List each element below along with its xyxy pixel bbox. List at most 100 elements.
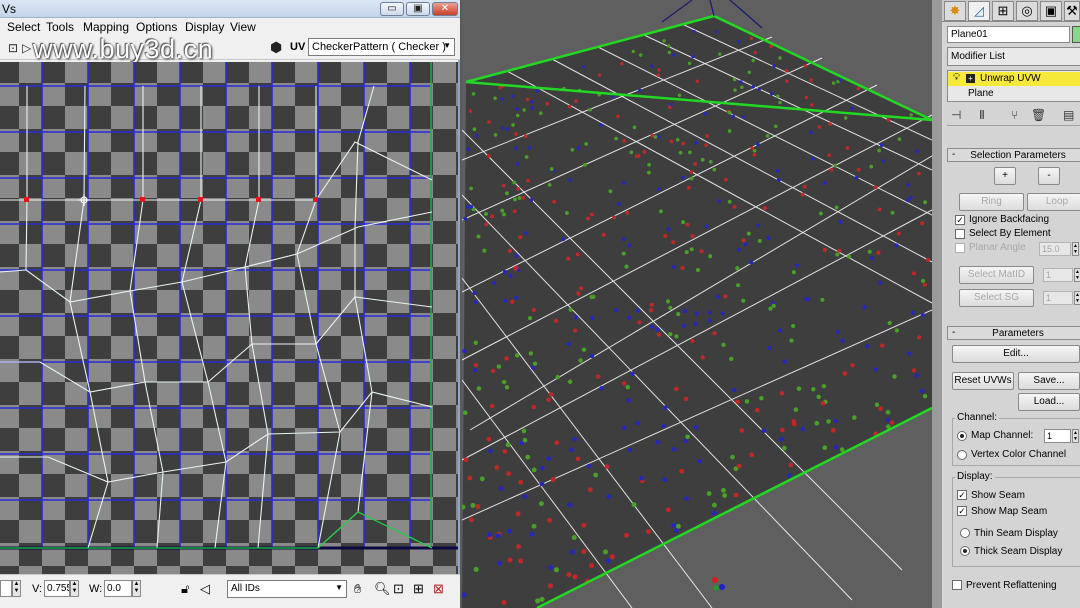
loop-button[interactable]: Loop	[1027, 193, 1080, 211]
ignore-backfacing-checkbox[interactable]: ✓	[955, 215, 965, 225]
planar-angle-field[interactable]: 15.0	[1039, 242, 1071, 256]
parameters-rollout[interactable]: - Parameters	[947, 326, 1080, 340]
modifier-list-dropdown[interactable]: Modifier List	[947, 47, 1080, 66]
create-tab-icon[interactable]: ✸	[944, 1, 966, 21]
make-unique-icon[interactable]: ⑂	[1011, 108, 1018, 122]
viewport-vertex	[595, 374, 601, 379]
perspective-viewport[interactable]	[462, 0, 932, 608]
show-map-seam-checkbox[interactable]: ✓	[957, 506, 967, 516]
viewport-vertex	[736, 283, 741, 288]
v-value-field[interactable]: 0.755	[44, 580, 70, 597]
viewport-vertex	[530, 365, 536, 370]
checker-pattern-select[interactable]: CheckerPattern ( Checker ) ▼	[308, 38, 455, 56]
u-value-field[interactable]	[0, 580, 12, 597]
select-sg-field[interactable]: 1	[1043, 291, 1073, 305]
v-spinner[interactable]: ▲ ▼	[70, 580, 79, 597]
prevent-reflattening-checkbox[interactable]	[952, 580, 962, 590]
checker-map-icon[interactable]: ⬢	[270, 39, 282, 56]
modify-tab-icon[interactable]: ◿	[968, 1, 990, 21]
expand-icon[interactable]: +	[966, 74, 975, 83]
viewport-vertex	[791, 419, 797, 424]
viewport-vertex	[676, 311, 681, 317]
viewport-vertex	[668, 331, 673, 337]
viewport-vertex	[505, 442, 511, 448]
uv-toggle[interactable]: UV	[290, 41, 305, 53]
viewport-vertex	[806, 297, 811, 302]
viewport-vertex	[616, 202, 621, 206]
zoom-extents-icon[interactable]: ⊞	[413, 581, 424, 597]
save-button[interactable]: Save...	[1018, 372, 1080, 390]
grow-button[interactable]: +	[994, 167, 1016, 185]
object-name-field[interactable]: Plane01	[947, 26, 1070, 43]
zoom-icon[interactable]: 🔍︎	[374, 581, 391, 597]
select-by-element-checkbox[interactable]	[955, 229, 965, 239]
material-ids-select[interactable]: All IDs ▼	[227, 580, 347, 598]
pan-hand-icon[interactable]: ✋︎	[354, 581, 361, 597]
select-sg-spinner[interactable]: ▲ ▼	[1074, 291, 1080, 305]
select-matid-button[interactable]: Select MatID	[959, 266, 1034, 284]
w-value-field[interactable]: 0.0	[104, 580, 132, 597]
viewport-vertex	[679, 468, 685, 474]
viewport-vertex	[689, 170, 694, 174]
maximize-button[interactable]: ▣	[406, 2, 430, 16]
select-sg-button[interactable]: Select SG	[959, 289, 1034, 307]
select-matid-field[interactable]: 1	[1043, 268, 1073, 282]
menu-tools[interactable]: Tools	[46, 20, 74, 34]
viewport-vertex	[759, 395, 764, 401]
show-end-result-icon[interactable]: Ⅱ	[979, 108, 985, 122]
menu-mapping[interactable]: Mapping	[83, 20, 129, 34]
planar-angle-spinner[interactable]: ▲ ▼	[1072, 242, 1079, 256]
ring-button[interactable]: Ring	[959, 193, 1024, 211]
viewport-vertex	[880, 343, 885, 348]
configure-sets-icon[interactable]: ▤	[1063, 108, 1074, 122]
freeform-icon[interactable]: ▷	[22, 41, 31, 55]
zoom-selected-icon[interactable]: ⊠	[433, 581, 444, 597]
chevron-down-icon: ▼	[443, 41, 451, 50]
stack-item-unwrap-uvw[interactable]: 💡︎ + Unwrap UVW	[948, 72, 1080, 86]
viewport-vertex	[535, 598, 541, 604]
menu-display[interactable]: Display	[185, 20, 224, 34]
close-button[interactable]: ✕	[432, 2, 458, 16]
uv-canvas[interactable]	[0, 62, 458, 574]
show-seam-checkbox[interactable]: ✓	[957, 490, 967, 500]
minimize-button[interactable]: ▭	[380, 2, 404, 16]
menu-select[interactable]: Select	[7, 20, 40, 34]
map-channel-radio[interactable]	[957, 431, 967, 441]
paint-select-icon[interactable]: ◁	[200, 581, 210, 597]
zoom-region-icon[interactable]: ⊡	[393, 581, 404, 597]
display-tab-icon[interactable]: ▣	[1040, 1, 1062, 21]
planar-angle-checkbox[interactable]	[955, 243, 965, 253]
map-channel-field[interactable]: 1	[1044, 429, 1071, 443]
selection-parameters-rollout[interactable]: - Selection Parameters	[947, 148, 1080, 162]
remove-modifier-icon[interactable]: 🗑︎	[1031, 108, 1046, 122]
stack-item-plane[interactable]: Plane	[968, 88, 994, 99]
viewport-vertex	[524, 155, 529, 159]
viewport-vertex	[741, 298, 746, 303]
snap-icon[interactable]: ⊡	[8, 41, 18, 55]
edit-button[interactable]: Edit...	[952, 345, 1080, 363]
hierarchy-tab-icon[interactable]: ⊞	[992, 1, 1014, 21]
uv-editor-titlebar[interactable]: Vs ▭ ▣ ✕	[0, 0, 460, 18]
vertex-color-channel-radio[interactable]	[957, 450, 967, 460]
menu-options[interactable]: Options	[136, 20, 177, 34]
utilities-tab-icon[interactable]: ⚒	[1064, 1, 1080, 21]
map-channel-spinner[interactable]: ▲ ▼	[1072, 429, 1079, 443]
reset-uvws-button[interactable]: Reset UVWs	[952, 372, 1014, 390]
command-panel-tabs: ✸ ◿ ⊞ ◎ ▣ ⚒	[942, 0, 1080, 22]
object-color-swatch[interactable]	[1072, 26, 1080, 43]
thick-seam-radio[interactable]	[960, 546, 970, 556]
lock-icon[interactable]: 🔓︎	[181, 581, 189, 597]
motion-tab-icon[interactable]: ◎	[1016, 1, 1038, 21]
w-spinner[interactable]: ▲ ▼	[132, 580, 141, 597]
viewport-vertex	[878, 406, 883, 411]
thin-seam-radio[interactable]	[960, 528, 970, 538]
pin-stack-icon[interactable]: ⊣	[951, 108, 961, 122]
load-button[interactable]: Load...	[1018, 393, 1080, 411]
select-matid-spinner[interactable]: ▲ ▼	[1074, 268, 1080, 282]
lightbulb-icon[interactable]: 💡︎	[953, 72, 960, 83]
shrink-button[interactable]: -	[1038, 167, 1060, 185]
u-spinner[interactable]: ▲ ▼	[12, 580, 21, 597]
viewport-graphics	[462, 0, 932, 608]
viewport-vertex	[785, 79, 789, 83]
menu-view[interactable]: View	[230, 20, 256, 34]
